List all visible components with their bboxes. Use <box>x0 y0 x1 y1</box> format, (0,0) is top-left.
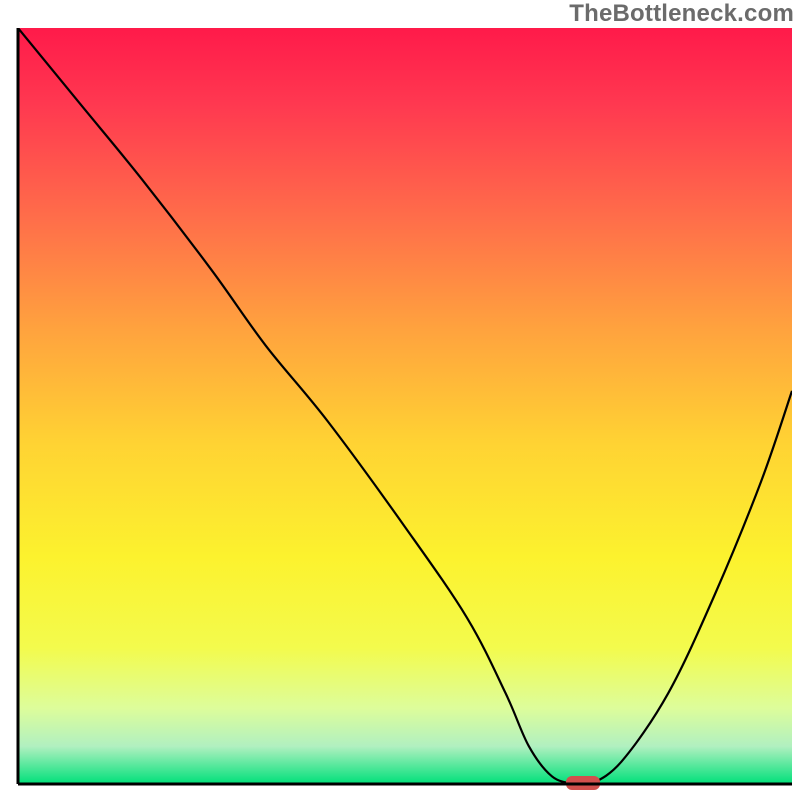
chart-container: TheBottleneck.com <box>0 0 800 800</box>
plot-background <box>18 28 792 784</box>
bottleneck-chart <box>0 0 800 800</box>
watermark-text: TheBottleneck.com <box>569 0 794 28</box>
